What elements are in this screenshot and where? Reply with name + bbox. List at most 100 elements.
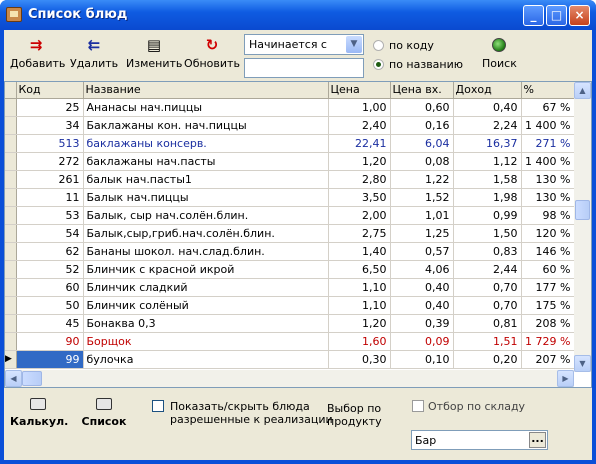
scroll-left-button[interactable]: ◀: [5, 370, 22, 387]
cell-income[interactable]: 0,70: [453, 278, 522, 297]
cell-percent[interactable]: 98 %: [521, 206, 575, 225]
cell-price[interactable]: 0,30: [328, 350, 391, 369]
table-row[interactable]: 25 Ананасы нач.пиццы 1,00 0,60 0,40 67 %: [5, 98, 575, 117]
cell-percent[interactable]: 60 %: [521, 260, 575, 279]
cell-name[interactable]: баклажаны консерв.: [83, 134, 329, 153]
product-select-link[interactable]: Выбор по продукту: [327, 402, 382, 428]
cell-percent[interactable]: 207 %: [521, 350, 575, 369]
cell-income[interactable]: 1,98: [453, 188, 522, 207]
cell-percent[interactable]: 208 %: [521, 314, 575, 333]
calc-button[interactable]: Калькул.: [10, 398, 68, 428]
cell-name[interactable]: балык нач.пасты1: [83, 170, 329, 189]
cell-code[interactable]: 513: [16, 134, 84, 153]
table-row[interactable]: 90 Борщок 1,60 0,09 1,51 1 729 %: [5, 332, 575, 351]
cell-percent[interactable]: 175 %: [521, 296, 575, 315]
cell-income[interactable]: 1,58: [453, 170, 522, 189]
cell-percent[interactable]: 1 400 %: [521, 116, 575, 135]
table-row[interactable]: 52 Блинчик с красной икрой 6,50 4,06 2,44 60 …: [5, 260, 575, 279]
cell-price-in[interactable]: 0,16: [390, 116, 454, 135]
row-indicator[interactable]: [5, 278, 17, 297]
dishes-grid[interactable]: Код Название Цена Цена вх. Доход % 25 Ана…: [4, 81, 592, 388]
scroll-up-button[interactable]: ▲: [574, 82, 591, 99]
cell-name[interactable]: Балык, сыр нач.солён.блин.: [83, 206, 329, 225]
cell-name[interactable]: Балык,сыр,гриб.нач.солён.блин.: [83, 224, 329, 243]
row-indicator[interactable]: [5, 224, 17, 243]
search-button[interactable]: Поиск: [482, 36, 517, 70]
cell-percent[interactable]: 130 %: [521, 188, 575, 207]
cell-income[interactable]: 2,24: [453, 116, 522, 135]
table-row[interactable]: 62 Бананы шокол. нач.слад.блин. 1,40 0,57 0,…: [5, 242, 575, 261]
cell-price-in[interactable]: 1,52: [390, 188, 454, 207]
cell-name[interactable]: булочка: [83, 350, 329, 369]
cell-income[interactable]: 0,70: [453, 296, 522, 315]
row-indicator[interactable]: [5, 116, 17, 135]
cell-price[interactable]: 22,41: [328, 134, 391, 153]
vertical-scroll-thumb[interactable]: [575, 200, 590, 220]
cell-price-in[interactable]: 0,57: [390, 242, 454, 261]
cell-code[interactable]: 11: [16, 188, 84, 207]
row-indicator[interactable]: ▶: [5, 350, 17, 369]
cell-price-in[interactable]: 0,40: [390, 296, 454, 315]
cell-price-in[interactable]: 6,04: [390, 134, 454, 153]
row-indicator[interactable]: [5, 98, 17, 117]
column-header-code[interactable]: Код: [16, 82, 84, 99]
cell-price-in[interactable]: 0,09: [390, 332, 454, 351]
cell-income[interactable]: 0,81: [453, 314, 522, 333]
cell-code[interactable]: 50: [16, 296, 84, 315]
chevron-down-icon[interactable]: ▼: [346, 36, 362, 53]
table-row[interactable]: 34 Баклажаны кон. нач.пиццы 2,40 0,16 2,24 1 …: [5, 116, 575, 135]
cell-price-in[interactable]: 0,60: [390, 98, 454, 117]
row-indicator[interactable]: [5, 152, 17, 171]
title-bar[interactable]: Список блюд _ □ ×: [0, 0, 596, 30]
cell-percent[interactable]: 1 729 %: [521, 332, 575, 351]
row-indicator[interactable]: [5, 170, 17, 189]
cell-price-in[interactable]: 1,01: [390, 206, 454, 225]
cell-price-in[interactable]: 1,25: [390, 224, 454, 243]
cell-name[interactable]: Бананы шокол. нач.слад.блин.: [83, 242, 329, 261]
cell-income[interactable]: 2,44: [453, 260, 522, 279]
warehouse-field[interactable]: Бар ...: [411, 430, 548, 450]
column-header-name[interactable]: Название: [83, 82, 329, 99]
cell-income[interactable]: 0,99: [453, 206, 522, 225]
row-indicator[interactable]: [5, 314, 17, 333]
cell-code[interactable]: 45: [16, 314, 84, 333]
radio-by-name-circle[interactable]: [373, 59, 384, 70]
cell-code[interactable]: 60: [16, 278, 84, 297]
horizontal-scrollbar[interactable]: ◀ ▶: [5, 370, 574, 387]
cell-code[interactable]: 53: [16, 206, 84, 225]
cell-name[interactable]: Блинчик солёный: [83, 296, 329, 315]
row-indicator[interactable]: [5, 188, 17, 207]
cell-price[interactable]: 1,00: [328, 98, 391, 117]
cell-income[interactable]: 0,40: [453, 98, 522, 117]
cell-price[interactable]: 1,10: [328, 296, 391, 315]
cell-percent[interactable]: 146 %: [521, 242, 575, 261]
column-header-percent[interactable]: %: [521, 82, 575, 99]
radio-by-code-circle[interactable]: [373, 40, 384, 51]
table-row[interactable]: 513 баклажаны консерв. 22,41 6,04 16,37 271 %: [5, 134, 575, 153]
cell-price[interactable]: 2,80: [328, 170, 391, 189]
row-indicator[interactable]: [5, 206, 17, 225]
row-indicator[interactable]: [5, 260, 17, 279]
column-header-income[interactable]: Доход: [453, 82, 522, 99]
radio-by-name[interactable]: по названию: [373, 58, 463, 71]
table-row[interactable]: 53 Балык, сыр нач.солён.блин. 2,00 1,01 0,99…: [5, 206, 575, 225]
cell-name[interactable]: Балык нач.пиццы: [83, 188, 329, 207]
cell-percent[interactable]: 120 %: [521, 224, 575, 243]
scroll-right-button[interactable]: ▶: [557, 370, 574, 387]
add-button[interactable]: ⇉ Добавить: [10, 36, 65, 70]
cell-name[interactable]: Блинчик с красной икрой: [83, 260, 329, 279]
table-row[interactable]: 261 балык нач.пасты1 2,80 1,22 1,58 130 %: [5, 170, 575, 189]
show-hide-checkbox[interactable]: [152, 400, 164, 412]
cell-income[interactable]: 0,83: [453, 242, 522, 261]
cell-price[interactable]: 1,40: [328, 242, 391, 261]
horizontal-scroll-thumb[interactable]: [22, 371, 42, 386]
cell-percent[interactable]: 177 %: [521, 278, 575, 297]
cell-percent[interactable]: 271 %: [521, 134, 575, 153]
delete-button[interactable]: ⇇ Удалить: [70, 36, 118, 70]
cell-code[interactable]: 34: [16, 116, 84, 135]
cell-income[interactable]: 0,20: [453, 350, 522, 369]
cell-code[interactable]: 99: [16, 350, 84, 369]
cell-price-in[interactable]: 0,10: [390, 350, 454, 369]
radio-by-code[interactable]: по коду: [373, 39, 434, 52]
cell-income[interactable]: 1,51: [453, 332, 522, 351]
